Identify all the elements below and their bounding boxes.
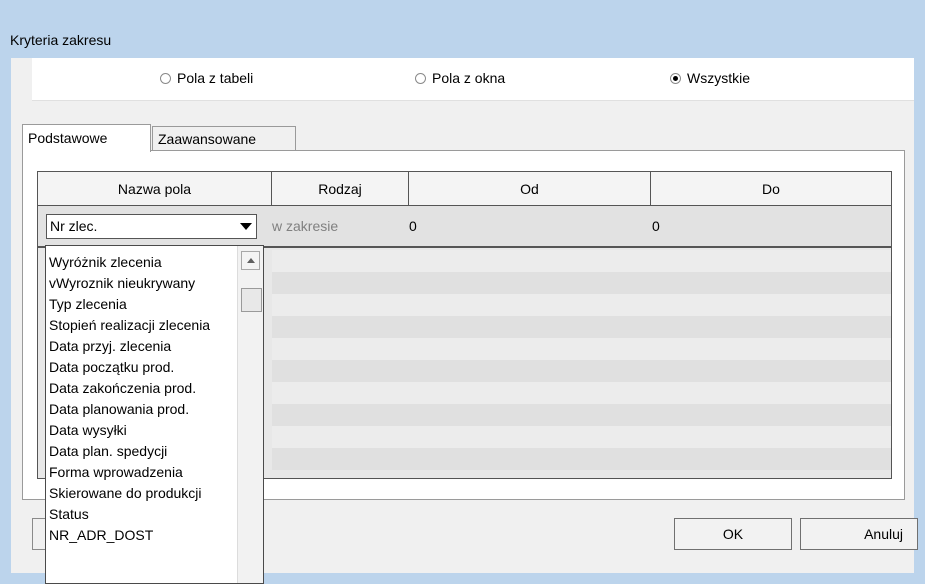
- tab-zaawansowane[interactable]: Zaawansowane: [152, 126, 296, 150]
- dropdown-item[interactable]: Data początku prod.: [49, 357, 235, 378]
- column-header-od[interactable]: Od: [409, 172, 651, 206]
- column-header-do[interactable]: Do: [651, 172, 891, 206]
- window-title: Kryteria zakresu: [10, 32, 112, 48]
- dropdown-item[interactable]: Data przyj. zlecenia: [49, 336, 235, 357]
- dropdown-item[interactable]: Typ zlecenia: [49, 294, 235, 315]
- cell-do[interactable]: 0: [652, 206, 660, 246]
- radio-label: Wszystkie: [687, 70, 750, 86]
- dropdown-item[interactable]: Data wysyłki: [49, 420, 235, 441]
- radio-unchecked-icon[interactable]: [415, 72, 426, 84]
- dropdown-item[interactable]: Wyróżnik zlecenia: [49, 252, 235, 273]
- window-frame-left: [0, 58, 11, 584]
- cell-od[interactable]: 0: [409, 206, 417, 246]
- column-header-rodzaj[interactable]: Rodzaj: [272, 172, 409, 206]
- dropdown-item[interactable]: Data plan. spedycji: [49, 441, 235, 462]
- ok-button[interactable]: OK: [674, 518, 792, 550]
- cell-rodzaj[interactable]: w zakresie: [272, 206, 338, 246]
- dropdown-item[interactable]: NR_ADR_DOST: [49, 525, 235, 546]
- field-name-combobox[interactable]: Nr zlec.: [46, 214, 257, 239]
- table-row[interactable]: Nr zlec. w zakresie 0 0: [38, 206, 891, 248]
- dropdown-scrollbar[interactable]: [237, 246, 263, 583]
- radio-label: Pola z tabeli: [177, 70, 254, 86]
- tab-podstawowe[interactable]: Podstawowe: [22, 124, 151, 152]
- window-frame-right: [914, 0, 925, 584]
- radio-wszystkie[interactable]: Wszystkie: [670, 70, 750, 86]
- column-header-nazwa-pola[interactable]: Nazwa pola: [38, 172, 272, 206]
- radio-unchecked-icon[interactable]: [160, 72, 171, 84]
- chevron-down-icon[interactable]: [236, 215, 256, 238]
- radio-checked-icon[interactable]: [670, 72, 681, 84]
- grid-empty-rows: [272, 250, 891, 470]
- radio-label: Pola z okna: [432, 70, 506, 86]
- radio-pola-z-okna[interactable]: Pola z okna: [415, 70, 505, 86]
- dropdown-item[interactable]: Status: [49, 504, 235, 525]
- field-dropdown-list: Wyróżnik zlecenia vWyroznik nieukrywany …: [45, 245, 264, 584]
- radio-pola-z-tabeli[interactable]: Pola z tabeli: [160, 70, 253, 86]
- dropdown-item[interactable]: Stopień realizacji zlecenia: [49, 315, 235, 336]
- title-bar: [0, 0, 925, 58]
- combobox-value: Nr zlec.: [50, 218, 98, 234]
- dropdown-item[interactable]: Data planowania prod.: [49, 399, 235, 420]
- dropdown-item[interactable]: Skierowane do produkcji: [49, 483, 235, 504]
- scrollbar-thumb[interactable]: [241, 288, 262, 312]
- dropdown-item[interactable]: Data zakończenia prod.: [49, 378, 235, 399]
- cancel-button[interactable]: Anuluj: [800, 518, 918, 550]
- dropdown-item[interactable]: vWyroznik nieukrywany: [49, 273, 235, 294]
- dropdown-item[interactable]: Forma wprowadzenia: [49, 462, 235, 483]
- scroll-up-arrow-icon[interactable]: [241, 251, 260, 270]
